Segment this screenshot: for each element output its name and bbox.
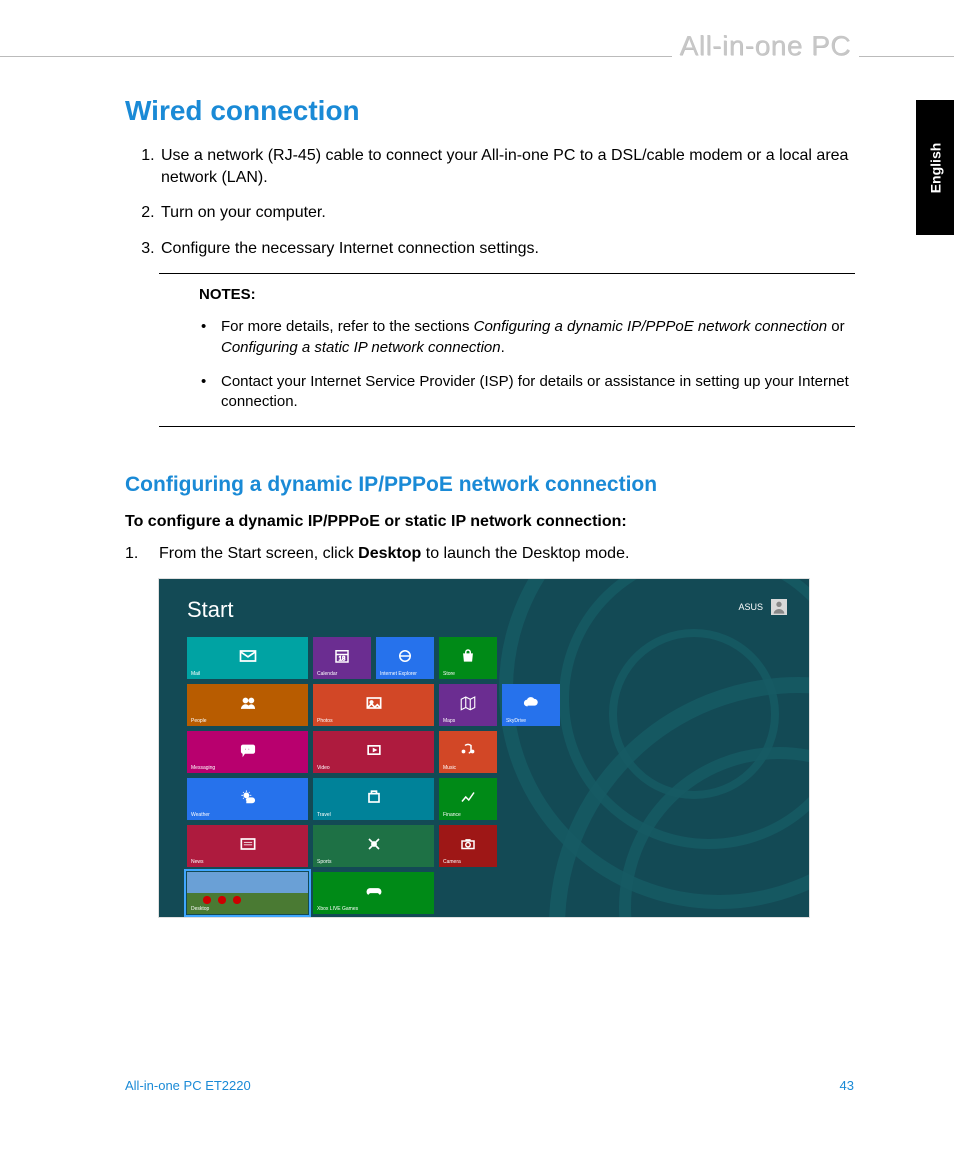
people-icon <box>238 693 258 718</box>
mail-icon <box>238 646 258 671</box>
subsection-step: 1. From the Start screen, click Desktop … <box>125 545 855 563</box>
tile-sports[interactable]: Sports <box>313 825 434 867</box>
tile-desktop[interactable]: Desktop <box>187 872 308 914</box>
tile-camera[interactable]: Camera <box>439 825 497 867</box>
tile-label: People <box>191 718 207 724</box>
tile-label: Travel <box>317 812 331 818</box>
tile-news[interactable]: News <box>187 825 308 867</box>
tile-label: Desktop <box>191 906 209 912</box>
tile-row: People Photos Maps SkyDrive <box>187 684 560 726</box>
tile-xbox-live-games[interactable]: Xbox LIVE Games <box>313 872 434 914</box>
avatar-icon <box>771 599 787 615</box>
step-item: Configure the necessary Internet connect… <box>159 238 855 260</box>
tile-label: SkyDrive <box>506 718 526 724</box>
messaging-icon <box>238 740 258 765</box>
tile-label: Camera <box>443 859 461 865</box>
page-content: Wired connection Use a network (RJ-45) c… <box>125 95 855 917</box>
footer-model: All-in-one PC ET2220 <box>125 1078 251 1093</box>
language-label: English <box>927 142 943 193</box>
tile-messaging[interactable]: Messaging <box>187 731 308 773</box>
tile-internet-explorer[interactable]: Internet Explorer <box>376 637 434 679</box>
travel-icon <box>364 787 384 812</box>
tile-row: News Sports Camera <box>187 825 560 867</box>
tile-store[interactable]: Store <box>439 637 497 679</box>
tile-label: Sports <box>317 859 331 865</box>
maps-icon <box>459 694 477 717</box>
svg-text:18: 18 <box>339 656 346 662</box>
tile-finance[interactable]: Finance <box>439 778 497 820</box>
language-tab: English <box>916 100 954 235</box>
tile-travel[interactable]: Travel <box>313 778 434 820</box>
subsection-title: Configuring a dynamic IP/PPPoE network c… <box>125 473 855 497</box>
tiles-grid: Mail 18 Calendar Internet Explorer Store Peop… <box>187 637 560 914</box>
news-icon <box>238 834 258 859</box>
sports-icon <box>364 834 384 859</box>
calendar-icon: 18 <box>333 647 351 670</box>
tile-skydrive[interactable]: SkyDrive <box>502 684 560 726</box>
notes-heading: NOTES: <box>199 286 855 303</box>
tile-video[interactable]: Video <box>313 731 434 773</box>
tile-label: Calendar <box>317 671 337 677</box>
start-label: Start <box>187 597 233 623</box>
store-icon <box>459 647 477 670</box>
tile-weather[interactable]: Weather <box>187 778 308 820</box>
skydrive-icon <box>522 694 540 717</box>
tile-label: News <box>191 859 204 865</box>
tile-label: Finance <box>443 812 461 818</box>
step-item: Use a network (RJ-45) cable to connect y… <box>159 145 855 188</box>
music-icon <box>459 741 477 764</box>
steps-list: Use a network (RJ-45) cable to connect y… <box>125 145 855 259</box>
tile-row: Mail 18 Calendar Internet Explorer Store <box>187 637 560 679</box>
video-icon <box>364 740 384 765</box>
subsection-lead: To configure a dynamic IP/PPPoE or stati… <box>125 513 855 531</box>
tile-calendar[interactable]: 18 Calendar <box>313 637 371 679</box>
tile-row: Messaging Video Music <box>187 731 560 773</box>
notes-box: NOTES: For more details, refer to the se… <box>159 273 855 427</box>
tile-row: Desktop Xbox LIVE Games <box>187 872 560 914</box>
tile-label: Maps <box>443 718 455 724</box>
footer-page-number: 43 <box>840 1078 854 1093</box>
tile-label: Photos <box>317 718 333 724</box>
note-item: Contact your Internet Service Provider (… <box>199 372 855 413</box>
weather-icon <box>238 787 258 812</box>
finance-icon <box>459 788 477 811</box>
tile-people[interactable]: People <box>187 684 308 726</box>
ie-icon <box>396 647 414 670</box>
tile-label: Music <box>443 765 456 771</box>
tile-maps[interactable]: Maps <box>439 684 497 726</box>
user-name-label: ASUS <box>738 602 763 612</box>
user-account[interactable]: ASUS <box>738 599 787 615</box>
tile-label: Video <box>317 765 330 771</box>
tile-music[interactable]: Music <box>439 731 497 773</box>
start-screen-screenshot: Start ASUS Mail 18 Calendar Internet Explor… <box>159 579 809 917</box>
tile-label: Messaging <box>191 765 215 771</box>
photos-icon <box>364 693 384 718</box>
tile-label: Weather <box>191 812 210 818</box>
page-footer: All-in-one PC ET2220 43 <box>125 1078 854 1093</box>
note-item: For more details, refer to the sections … <box>199 317 855 358</box>
product-line-header: All-in-one PC <box>672 30 859 62</box>
games-icon <box>364 881 384 906</box>
tile-label: Mail <box>191 671 200 677</box>
tile-label: Internet Explorer <box>380 671 417 677</box>
tile-row: Weather Travel Finance <box>187 778 560 820</box>
tile-label: Xbox LIVE Games <box>317 906 358 912</box>
tile-photos[interactable]: Photos <box>313 684 434 726</box>
tile-label: Store <box>443 671 455 677</box>
section-title: Wired connection <box>125 95 855 127</box>
camera-icon <box>459 835 477 858</box>
step-item: Turn on your computer. <box>159 202 855 224</box>
tile-mail[interactable]: Mail <box>187 637 308 679</box>
